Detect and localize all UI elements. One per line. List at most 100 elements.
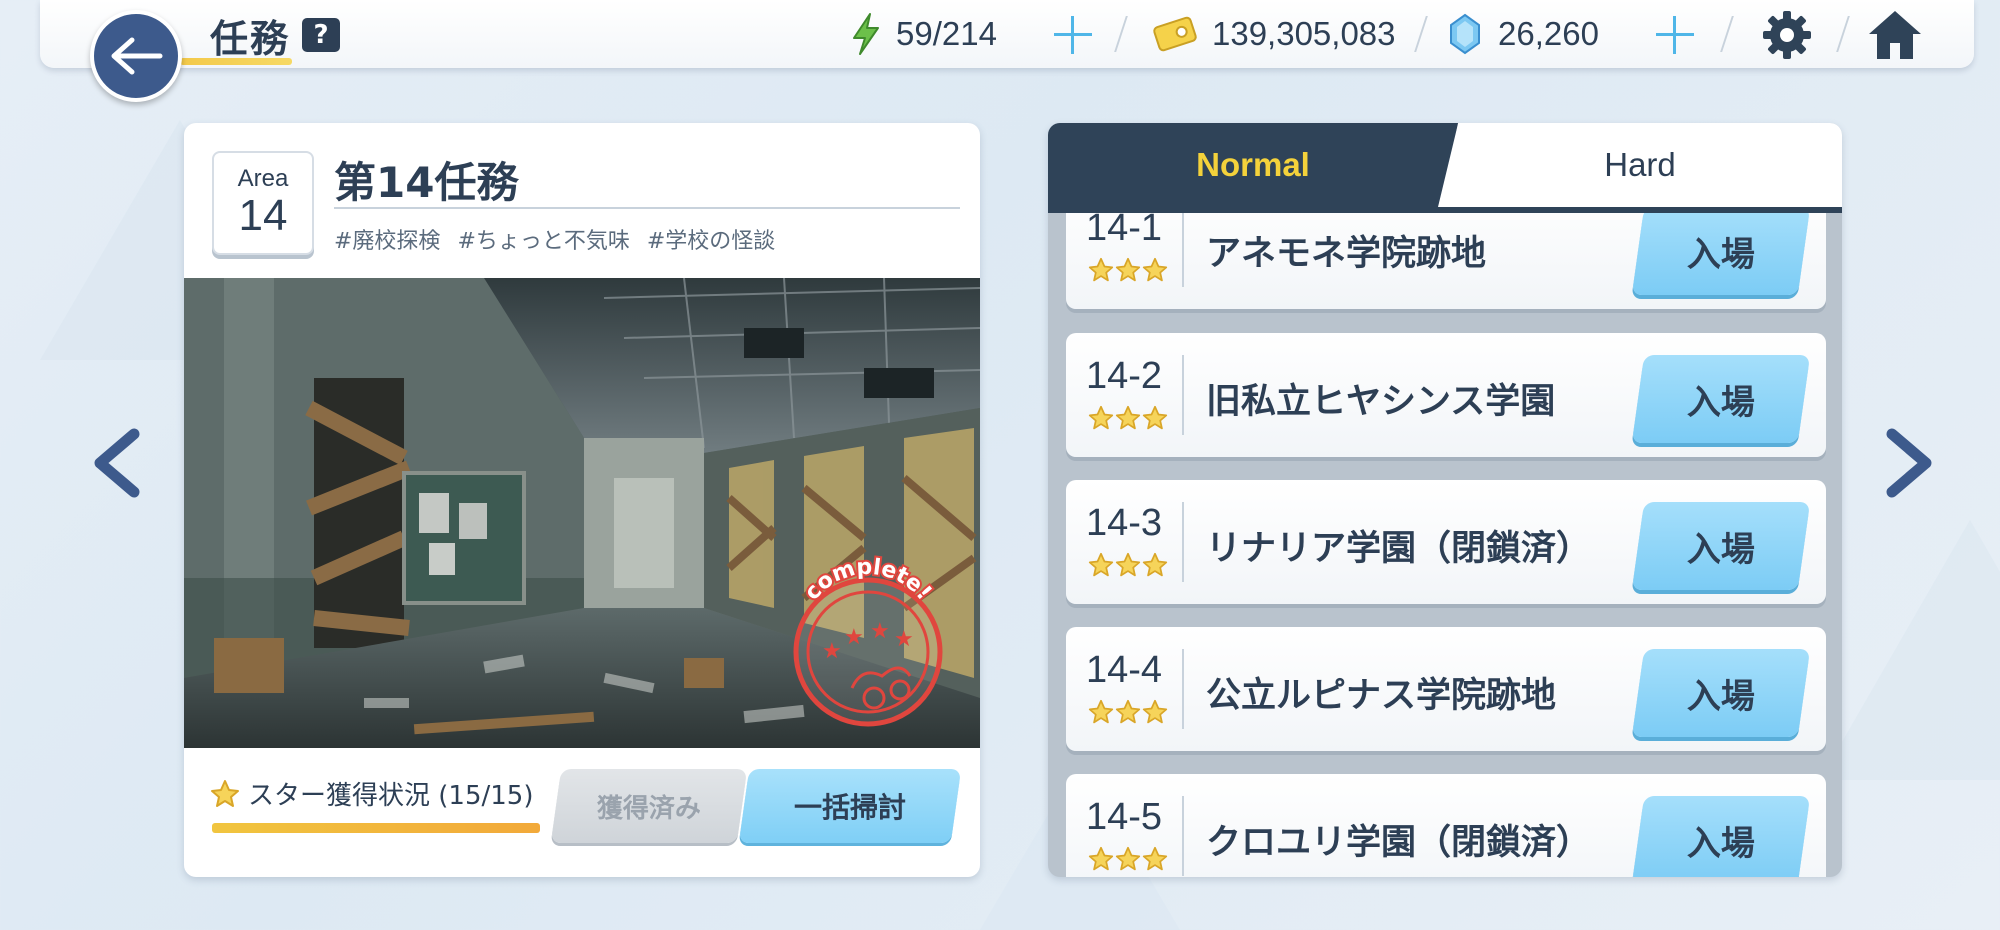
quest-name: 公立ルピナス学院跡地 [1206,676,1557,716]
star-status: スター獲得状況 (15/15) [210,775,533,812]
mission-title: 第14任務 [334,158,519,207]
quest-row: 14-2 旧私立ヒヤシンス学園 入場 [1066,333,1826,457]
previous-area-button[interactable] [90,428,142,498]
stamina-display: 59/214 [850,12,997,56]
gems-value: 26,260 [1498,15,1599,52]
tag: #廃校探検 [334,229,441,254]
title-underline [180,58,292,65]
settings-button[interactable] [1760,8,1814,66]
divider [1182,502,1184,582]
back-button[interactable] [90,10,182,102]
star-icon [1142,405,1168,435]
claimed-button-label: 獲得済み [596,793,701,824]
quest-row: 14-3 リナリア学園（閉鎖済） 入場 [1066,480,1826,604]
star-icon [1142,257,1168,287]
home-icon [1869,11,1921,59]
star-icon [1142,699,1168,729]
gear-icon [1763,11,1811,59]
tab-normal-label: Normal [1196,146,1310,183]
quest-name: リナリア学園（閉鎖済） [1206,529,1592,569]
quest-stars [1088,846,1168,876]
gems-display: 26,260 [1448,12,1599,56]
star-icon [1115,257,1141,287]
tag: #ちょっと不気味 [457,229,630,254]
quest-id: 14-5 [1086,796,1163,838]
sweep-all-button[interactable]: 一括掃討 [738,769,962,843]
enter-quest-button[interactable]: 入場 [1631,796,1811,877]
quest-stars [1088,552,1168,582]
divider [1182,213,1184,287]
star-icon [211,779,239,807]
lightning-icon [853,13,879,55]
help-button[interactable]: ? [302,18,340,52]
area-label: Area [237,165,289,192]
star-status-label: スター獲得状況 (15/15) [248,781,534,811]
chevron-left-icon [94,428,140,498]
quest-id: 14-1 [1086,213,1163,249]
svg-text:★: ★ [844,625,864,650]
star-progress-fill [212,823,540,833]
quest-row: 14-4 公立ルピナス学院跡地 入場 [1066,627,1826,751]
complete-stamp: complete! ★ ★ ★ ★ [793,553,943,727]
quest-row: 14-1 アネモネ学院跡地 入場 [1066,213,1826,309]
svg-text:★: ★ [894,627,914,652]
add-gems-button[interactable] [1654,14,1696,56]
star-icon [1088,699,1114,729]
add-stamina-button[interactable] [1052,14,1094,56]
credit-card-icon [1153,16,1197,52]
enter-quest-button-label: 入場 [1687,382,1755,423]
tag: #学校の怪談 [646,229,776,254]
stamina-value: 59/214 [896,15,997,52]
divider [334,207,960,209]
quest-name: 旧私立ヒヤシンス学園 [1206,382,1556,422]
gem-icon [1450,13,1480,55]
chevron-right-icon [1886,428,1932,498]
credits-display: 139,305,083 [1152,12,1396,56]
credits-value: 139,305,083 [1212,15,1396,52]
tab-hard[interactable]: Hard [1438,123,1842,207]
mission-scene-image: complete! ★ ★ ★ ★ [184,278,980,748]
home-button[interactable] [1866,8,1924,66]
quest-stars [1088,699,1168,729]
star-icon [1142,846,1168,876]
quest-list[interactable]: 14-1 アネモネ学院跡地 入場 14-2 旧私立ヒヤシンス学園 入場 14-3 リナリア学園… [1048,213,1842,877]
quest-stars [1088,257,1168,287]
star-icon [1088,846,1114,876]
claimed-button[interactable]: 獲得済み [550,769,748,843]
enter-quest-button[interactable]: 入場 [1631,502,1811,590]
star-progress-bar [212,823,540,833]
divider [1182,796,1184,876]
enter-quest-button-label: 入場 [1687,676,1755,717]
mission-tags: #廃校探検 #ちょっと不気味 #学校の怪談 [334,223,785,255]
mission-info-panel: Area 14 第14任務 #廃校探検 #ちょっと不気味 #学校の怪談 comp… [184,123,980,877]
svg-text:★: ★ [822,639,842,664]
area-number: 14 [238,191,288,240]
svg-text:★: ★ [870,619,890,644]
enter-quest-button-label: 入場 [1687,529,1755,570]
quest-name: アネモネ学院跡地 [1206,234,1487,274]
star-icon [1088,257,1114,287]
divider [1182,649,1184,729]
quest-id: 14-3 [1086,502,1163,544]
enter-quest-button[interactable]: 入場 [1631,355,1811,443]
quest-row: 14-5 クロユリ学園（閉鎖済） 入場 [1066,774,1826,877]
quest-id: 14-4 [1086,649,1163,691]
star-icon [1088,552,1114,582]
tab-hard-label: Hard [1604,146,1676,183]
star-icon [1115,699,1141,729]
divider [1182,355,1184,435]
enter-quest-button-label: 入場 [1687,823,1755,864]
page-title: 任務 [210,17,291,61]
back-arrow-icon [111,37,163,75]
quest-id: 14-2 [1086,355,1163,397]
star-icon [1088,405,1114,435]
quest-list-panel: Normal Hard 14-1 アネモネ学院跡地 入場 14-2 旧私立ヒヤシンス学園… [1048,123,1842,877]
area-badge: Area 14 [212,151,314,255]
enter-quest-button-label: 入場 [1687,234,1755,275]
quest-name: クロユリ学園（閉鎖済） [1206,823,1592,863]
next-area-button[interactable] [1884,428,1936,498]
star-icon [1115,405,1141,435]
enter-quest-button[interactable]: 入場 [1631,213,1811,295]
tab-normal[interactable]: Normal [1048,123,1458,207]
enter-quest-button[interactable]: 入場 [1631,649,1811,737]
